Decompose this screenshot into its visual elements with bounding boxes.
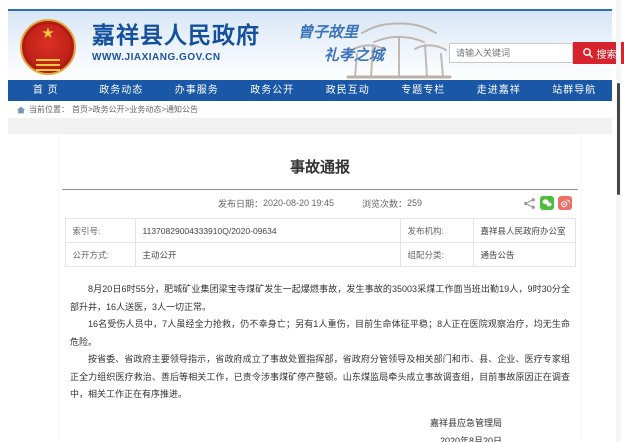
site-title-block: 嘉祥县人民政府 WWW.JIAXIANG.GOV.CN [92, 22, 260, 63]
site-name: 嘉祥县人民政府 [92, 22, 260, 50]
archway-image [338, 15, 460, 81]
signature-block: 嘉祥县应急管理局 2020年8月20日 [70, 414, 570, 442]
views-value: 259 [407, 198, 422, 208]
nav-item-special-topics[interactable]: 专题专栏 [386, 80, 462, 101]
emblem-star-icon: ★ [22, 26, 74, 41]
search-icon [582, 47, 594, 59]
document-meta-table: 索引号: 11370829004333910Q/2020-09634 发布机构:… [65, 218, 576, 267]
search-button-label: 搜索 [597, 46, 617, 61]
table-row: 索引号: 11370829004333910Q/2020-09634 发布机构:… [65, 219, 575, 243]
disclosure-method-label: 公开方式: [65, 243, 135, 267]
share-toolbar [523, 196, 572, 210]
article-paragraph: 按省委、省政府主要领导指示，省政府成立了事故处置指挥部，省政府分管领导及相关部门… [70, 351, 570, 404]
article-meta-row: 发布日期： 2020-08-20 19:45 浏览次数： 259 [60, 190, 580, 216]
article-paragraph: 8月20日6时55分，肥城矿业集团梁宝寺煤矿发生一起爆燃事故，发生事故的3500… [70, 281, 570, 316]
nav-item-about-jiaxiang[interactable]: 走进嘉祥 [461, 80, 537, 101]
table-row: 公开方式: 主动公开 组配分类: 通告公告 [65, 243, 575, 267]
disclosure-method-value: 主动公开 [135, 243, 400, 267]
issuing-org-value: 嘉祥县人民政府办公室 [473, 219, 575, 243]
breadcrumb-prefix: 当前位置： [29, 104, 69, 115]
article-card: 事故通报 发布日期： 2020-08-20 19:45 浏览次数： 259 [60, 134, 580, 442]
signature-date: 2020年8月20日 [70, 432, 502, 442]
article-paragraph: 16名受伤人员中，7人虽经全力抢救，仍不幸身亡；另有1人重伤，目前生命体征平稳；… [70, 316, 570, 351]
page-title: 事故通报 [60, 134, 580, 177]
nav-item-gov-news[interactable]: 政务动态 [84, 80, 160, 101]
breadcrumb: 当前位置： 首页>政务公开>业务动态>通知公告 [8, 101, 612, 118]
page: ★ 嘉祥县人民政府 WWW.JIAXIANG.GOV.CN 曾子故里 礼孝之城 [0, 0, 624, 442]
divider-band [8, 118, 612, 134]
category-label: 组配分类: [400, 243, 473, 267]
site-url: WWW.JIAXIANG.GOV.CN [92, 52, 260, 63]
publish-date-value: 2020-08-20 19:45 [263, 198, 334, 208]
nav-item-site-map[interactable]: 站群导航 [537, 80, 613, 101]
article-body: 8月20日6时55分，肥城矿业集团梁宝寺煤矿发生一起爆燃事故，发生事故的3500… [70, 281, 570, 442]
nav-item-gov-disclosure[interactable]: 政务公开 [235, 80, 311, 101]
search-input[interactable] [449, 43, 573, 63]
share-icon[interactable] [523, 197, 536, 210]
nav-item-interaction[interactable]: 政民互动 [310, 80, 386, 101]
nav-item-services[interactable]: 办事服务 [159, 80, 235, 101]
issuing-org-label: 发布机构: [400, 219, 473, 243]
publish-date-label: 发布日期： [218, 197, 263, 210]
scrollbar-thumb[interactable] [617, 83, 620, 195]
home-icon [16, 105, 26, 115]
emblem-gate-icon [36, 59, 60, 61]
signature-org: 嘉祥县应急管理局 [70, 414, 502, 432]
wechat-icon[interactable] [540, 196, 554, 210]
scrollbar-track[interactable] [616, 0, 621, 442]
index-number-value: 11370829004333910Q/2020-09634 [135, 219, 400, 243]
views-label: 浏览次数： [362, 197, 407, 210]
site-header: ★ 嘉祥县人民政府 WWW.JIAXIANG.GOV.CN 曾子故里 礼孝之城 [8, 9, 612, 82]
national-emblem-icon: ★ [20, 19, 76, 75]
index-number-label: 索引号: [65, 219, 135, 243]
nav-item-home[interactable]: 首 页 [8, 80, 84, 101]
weibo-icon[interactable] [558, 196, 572, 210]
breadcrumb-path[interactable]: 首页>政务公开>业务动态>通知公告 [72, 104, 198, 115]
category-value: 通告公告 [473, 243, 575, 267]
main-nav: 首 页 政务动态 办事服务 政务公开 政民互动 专题专栏 走进嘉祥 站群导航 [8, 80, 612, 101]
